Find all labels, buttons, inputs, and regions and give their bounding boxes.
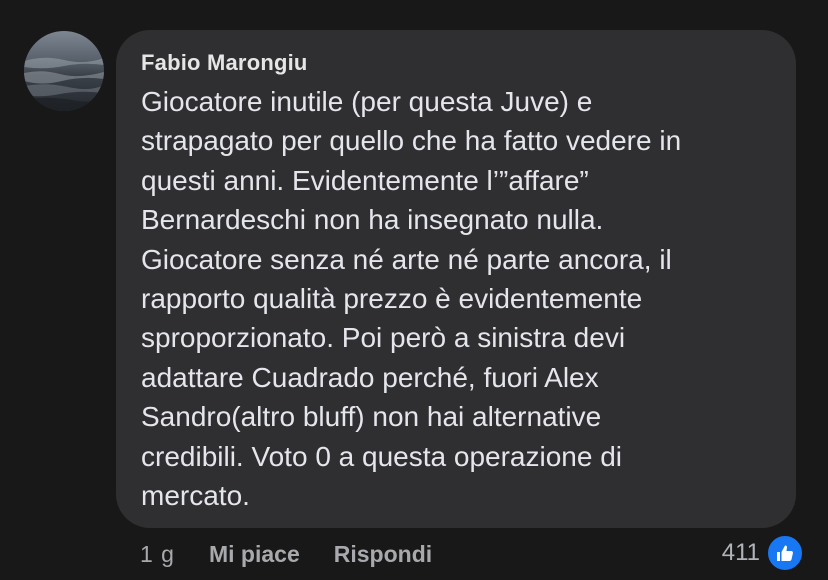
comment-text-line: Sandro(altro bluff) non hai alternative — [141, 401, 602, 433]
reply-button[interactable]: Rispondi — [334, 541, 432, 568]
like-button[interactable]: Mi piace — [209, 541, 300, 568]
comment-text-line: sproporzionato. Poi però a sinistra devi — [141, 322, 626, 354]
comment-text-line: rapporto qualità prezzo è evidentemente — [141, 283, 643, 315]
comment-text-line: Giocatore senza né arte né parte ancora,… — [141, 243, 672, 275]
thumbs-up-icon — [777, 545, 793, 561]
like-reaction-icon — [766, 534, 804, 572]
comment-text-line: credibili. Voto 0 a questa operazione di — [141, 440, 622, 472]
comment-text-line: Giocatore inutile (per questa Juve) e — [141, 86, 593, 117]
comment-text-line: strapagato per quello che ha fatto veder… — [141, 125, 682, 157]
comment-text-line: Bernardeschi non ha insegnato nulla. — [141, 204, 604, 236]
comment-author[interactable]: Fabio Marongiu — [141, 50, 776, 76]
comment-text: Giocatore inutile (per questa Juve) e st… — [141, 82, 776, 515]
comment-text-line: adattare Cuadrado perché, fuori Alex — [141, 361, 599, 393]
reaction-count: 411 — [721, 539, 760, 566]
avatar-sky-icon — [24, 31, 104, 111]
comment-text-line: mercato. — [141, 480, 250, 512]
timestamp[interactable]: 1 g — [140, 541, 175, 568]
comment-view: Fabio Marongiu Giocatore inutile (per qu… — [0, 0, 828, 580]
reaction-summary[interactable]: 411 — [721, 534, 804, 572]
comment-bubble: Fabio Marongiu Giocatore inutile (per qu… — [116, 30, 796, 528]
comment-text-line: questi anni. Evidentemente l’”affare” — [141, 164, 589, 196]
avatar[interactable] — [24, 31, 104, 111]
comment-actions: 1 g Mi piace Rispondi — [140, 538, 432, 570]
